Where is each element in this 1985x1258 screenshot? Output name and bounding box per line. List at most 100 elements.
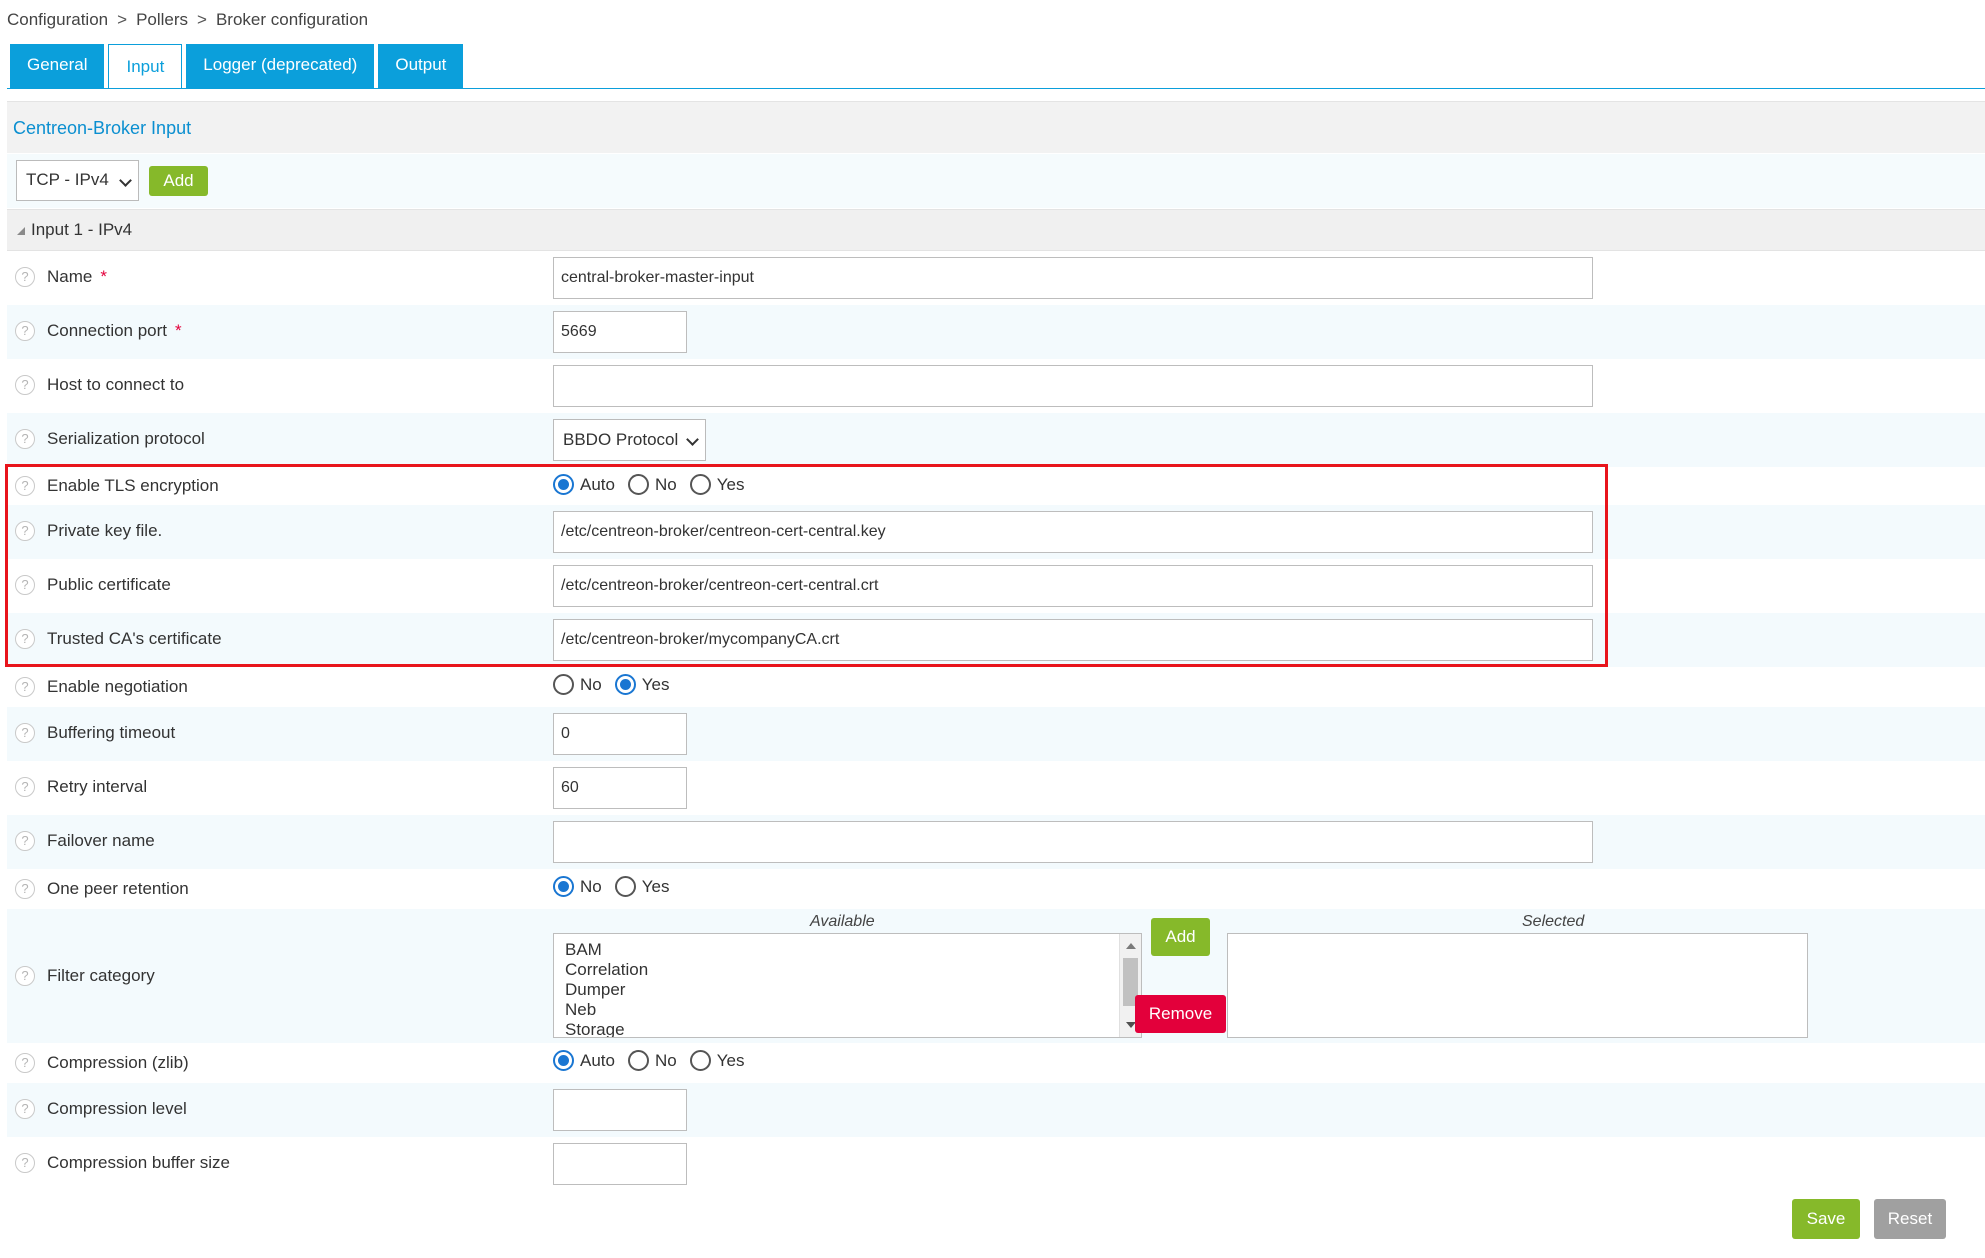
- help-icon[interactable]: ?: [15, 321, 35, 341]
- help-icon[interactable]: ?: [15, 879, 35, 899]
- help-icon[interactable]: ?: [15, 831, 35, 851]
- compression-buffer-input[interactable]: [553, 1143, 687, 1185]
- failover-name-input[interactable]: [553, 821, 1593, 863]
- breadcrumb-pollers[interactable]: Pollers: [136, 10, 188, 29]
- buffering-label: Buffering timeout: [47, 723, 176, 742]
- one-peer-label: One peer retention: [47, 879, 189, 898]
- tls-label: Enable TLS encryption: [47, 476, 219, 495]
- retry-label: Retry interval: [47, 777, 148, 796]
- radio-empty-icon: [627, 474, 649, 495]
- filter-remove-button[interactable]: Remove: [1135, 995, 1226, 1033]
- chevron-down-icon: [686, 433, 699, 446]
- tab-bar: General Input Logger (deprecated) Output: [10, 44, 467, 89]
- tab-input[interactable]: Input: [108, 44, 183, 89]
- required-marker: *: [175, 321, 182, 340]
- retry-interval-input[interactable]: 60: [553, 767, 687, 809]
- reset-button[interactable]: Reset: [1874, 1199, 1946, 1239]
- list-item[interactable]: Neb: [554, 1000, 1141, 1020]
- radio-empty-icon: [627, 1050, 649, 1071]
- compression-option-yes: Yes: [716, 1050, 745, 1070]
- tls-radio-no[interactable]: No: [627, 474, 677, 495]
- negotiation-option-yes: Yes: [641, 674, 670, 694]
- ca-cert-label: Trusted CA's certificate: [47, 629, 222, 648]
- input-group-header[interactable]: Input 1 - IPv4: [7, 209, 1985, 251]
- radio-selected-icon: [553, 474, 574, 495]
- negotiation-radio-no[interactable]: No: [553, 674, 602, 695]
- buffering-timeout-input[interactable]: 0: [553, 713, 687, 755]
- help-icon[interactable]: ?: [15, 375, 35, 395]
- row-compression: ? Compression (zlib) Auto No Yes: [7, 1043, 1985, 1083]
- list-item[interactable]: Storage: [554, 1020, 1141, 1037]
- required-marker: *: [100, 267, 107, 286]
- help-icon[interactable]: ?: [15, 966, 35, 986]
- help-icon[interactable]: ?: [15, 777, 35, 797]
- list-item[interactable]: Correlation: [554, 960, 1141, 980]
- help-icon[interactable]: ?: [15, 629, 35, 649]
- row-filter-category: ? Filter category Available Selected BAM…: [7, 909, 1985, 1043]
- add-input-button[interactable]: Add: [149, 166, 208, 196]
- compression-radio-auto[interactable]: Auto: [553, 1050, 615, 1071]
- public-cert-input[interactable]: /etc/centreon-broker/centreon-cert-centr…: [553, 565, 1593, 607]
- breadcrumb-separator: >: [117, 10, 128, 29]
- scroll-up-icon[interactable]: [1126, 943, 1136, 949]
- input-group-title: Input 1 - IPv4: [31, 220, 133, 239]
- help-icon[interactable]: ?: [15, 575, 35, 595]
- compression-radio-no[interactable]: No: [627, 1050, 677, 1071]
- radio-empty-icon: [614, 876, 636, 897]
- help-icon[interactable]: ?: [15, 429, 35, 449]
- help-icon[interactable]: ?: [15, 476, 35, 496]
- host-input[interactable]: [553, 365, 1593, 407]
- row-connection-port: ? Connection port * 5669: [7, 305, 1985, 359]
- help-icon[interactable]: ?: [15, 1053, 35, 1073]
- selected-title: Selected: [1522, 913, 1585, 930]
- list-item[interactable]: BAM: [554, 940, 1141, 960]
- row-one-peer-retention: ? One peer retention No Yes: [7, 869, 1985, 909]
- one-peer-radio-no[interactable]: No: [553, 876, 602, 897]
- private-key-input[interactable]: /etc/centreon-broker/centreon-cert-centr…: [553, 511, 1593, 553]
- selected-categories-list[interactable]: [1227, 933, 1808, 1038]
- help-icon[interactable]: ?: [15, 267, 35, 287]
- one-peer-radio-yes[interactable]: Yes: [614, 876, 669, 897]
- serialization-select[interactable]: BBDO Protocol: [553, 419, 706, 461]
- help-icon[interactable]: ?: [15, 723, 35, 743]
- compression-level-input[interactable]: [553, 1089, 687, 1131]
- breadcrumb: Configuration > Pollers > Broker configurati…: [7, 10, 368, 30]
- negotiation-radio-yes[interactable]: Yes: [614, 674, 670, 695]
- available-categories-list[interactable]: BAM Correlation Dumper Neb Storage: [553, 933, 1142, 1038]
- failover-label: Failover name: [47, 831, 155, 850]
- compression-radio-group: Auto No Yes: [553, 1050, 757, 1071]
- negotiation-option-no: No: [580, 674, 602, 694]
- tab-general[interactable]: General: [10, 44, 105, 88]
- tls-option-yes: Yes: [716, 474, 745, 494]
- help-icon[interactable]: ?: [15, 677, 35, 697]
- ca-cert-input[interactable]: /etc/centreon-broker/mycompanyCA.crt: [553, 619, 1593, 661]
- breadcrumb-separator: >: [197, 10, 207, 29]
- tls-radio-yes[interactable]: Yes: [689, 474, 745, 495]
- radio-selected-icon: [553, 876, 574, 897]
- row-serialization: ? Serialization protocol BBDO Protocol: [7, 413, 1985, 467]
- tab-output[interactable]: Output: [378, 44, 464, 88]
- connection-port-label-text: Connection port: [47, 321, 168, 340]
- section-title: Centreon-Broker Input: [7, 101, 1985, 153]
- radio-selected-icon: [553, 1050, 574, 1071]
- tls-radio-auto[interactable]: Auto: [553, 474, 615, 495]
- help-icon[interactable]: ?: [15, 521, 35, 541]
- connection-port-input[interactable]: 5669: [553, 311, 687, 353]
- help-icon[interactable]: ?: [15, 1153, 35, 1173]
- breadcrumb-configuration[interactable]: Configuration: [7, 10, 108, 29]
- name-input[interactable]: central-broker-master-input: [553, 257, 1593, 299]
- tab-underline: [7, 88, 1985, 89]
- tab-logger[interactable]: Logger (deprecated): [186, 44, 375, 88]
- save-button[interactable]: Save: [1792, 1199, 1860, 1239]
- row-tls: ? Enable TLS encryption Auto No Yes: [7, 467, 1985, 505]
- row-retry-interval: ? Retry interval 60: [7, 761, 1985, 815]
- serialization-value: BBDO Protocol: [563, 430, 679, 449]
- help-icon[interactable]: ?: [15, 1099, 35, 1119]
- filter-add-button[interactable]: Add: [1151, 918, 1210, 956]
- compression-radio-yes[interactable]: Yes: [689, 1050, 745, 1071]
- breadcrumb-broker-configuration[interactable]: Broker configuration: [216, 10, 368, 29]
- list-item[interactable]: Dumper: [554, 980, 1141, 1000]
- available-title: Available: [810, 913, 875, 930]
- input-type-select[interactable]: TCP - IPv4: [16, 160, 139, 201]
- one-peer-option-no: No: [580, 876, 602, 896]
